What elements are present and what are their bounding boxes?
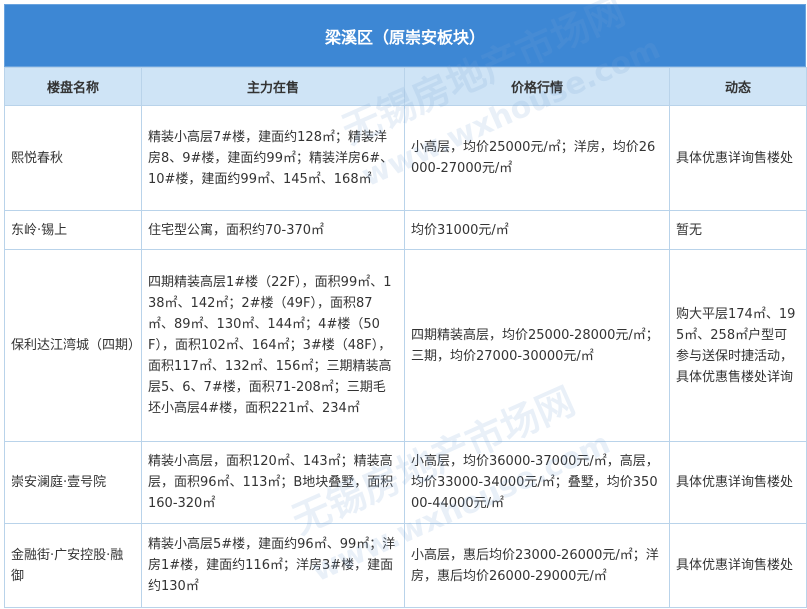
table-row: 熙悦春秋 精装小高层7#楼，建面约128㎡；精装洋房8、9#楼，建面约99㎡；精… xyxy=(4,105,807,211)
cell-name: 金融街·广安控股·融御 xyxy=(4,523,142,608)
cell-price: 四期精装高层，均价25000-28000元/㎡；三期，均价27000-30000… xyxy=(404,249,670,442)
header-supply: 主力在售 xyxy=(141,67,405,106)
cell-news: 具体优惠详询售楼处 xyxy=(669,523,807,608)
cell-name: 保利达江湾城（四期） xyxy=(4,249,142,442)
cell-supply: 精装小高层5#楼，建面约96㎡、99㎡；洋房1#楼，建面约116㎡；洋房3#楼，… xyxy=(141,523,405,608)
cell-news: 暂无 xyxy=(669,210,807,250)
cell-supply: 精装小高层，面积120㎡、143㎡；精装高层，面积96㎡、113㎡；B地块叠墅，… xyxy=(141,441,405,524)
cell-name: 熙悦春秋 xyxy=(4,105,142,211)
cell-price: 小高层，均价36000-37000元/㎡，高层，均价33000-34000元/㎡… xyxy=(404,441,670,524)
table-row: 崇安澜庭·壹号院 精装小高层，面积120㎡、143㎡；精装高层，面积96㎡、11… xyxy=(4,441,807,524)
cell-name: 东岭·锡上 xyxy=(4,210,142,250)
cell-news: 购大平层174㎡、195㎡、258㎡户型可参与送保时捷活动，具体优惠售楼处详询 xyxy=(669,249,807,442)
cell-price: 均价31000元/㎡ xyxy=(404,210,670,250)
cell-price: 小高层，均价25000元/㎡；洋房，均价26000-27000元/㎡ xyxy=(404,105,670,211)
table-row: 保利达江湾城（四期） 四期精装高层1#楼（22F），面积99㎡、138㎡、142… xyxy=(4,249,807,442)
page: 梁溪区（原崇安板块） 楼盘名称 主力在售 价格行情 动态 熙悦春秋 精装小高层7… xyxy=(0,0,807,609)
cell-supply: 住宅型公寓，面积约70-370㎡ xyxy=(141,210,405,250)
cell-news: 具体优惠详询售楼处 xyxy=(669,105,807,211)
cell-supply: 四期精装高层1#楼（22F），面积99㎡、138㎡、142㎡；2#楼（49F），… xyxy=(141,249,405,442)
cell-news: 具体优惠详询售楼处 xyxy=(669,441,807,524)
cell-price: 小高层，惠后均价23000-26000元/㎡；洋房，惠后均价26000-2900… xyxy=(404,523,670,608)
header-name: 楼盘名称 xyxy=(4,67,142,106)
table-row: 金融街·广安控股·融御 精装小高层5#楼，建面约96㎡、99㎡；洋房1#楼，建面… xyxy=(4,523,807,608)
header-price: 价格行情 xyxy=(404,67,670,106)
listing-table: 楼盘名称 主力在售 价格行情 动态 熙悦春秋 精装小高层7#楼，建面约128㎡；… xyxy=(4,67,807,608)
header-row: 楼盘名称 主力在售 价格行情 动态 xyxy=(4,67,807,106)
table-row: 东岭·锡上 住宅型公寓，面积约70-370㎡ 均价31000元/㎡ 暂无 xyxy=(4,210,807,250)
header-news: 动态 xyxy=(669,67,807,106)
cell-name: 崇安澜庭·壹号院 xyxy=(4,441,142,524)
cell-supply: 精装小高层7#楼，建面约128㎡；精装洋房8、9#楼，建面约99㎡；精装洋房6#… xyxy=(141,105,405,211)
table-title: 梁溪区（原崇安板块） xyxy=(4,4,806,67)
